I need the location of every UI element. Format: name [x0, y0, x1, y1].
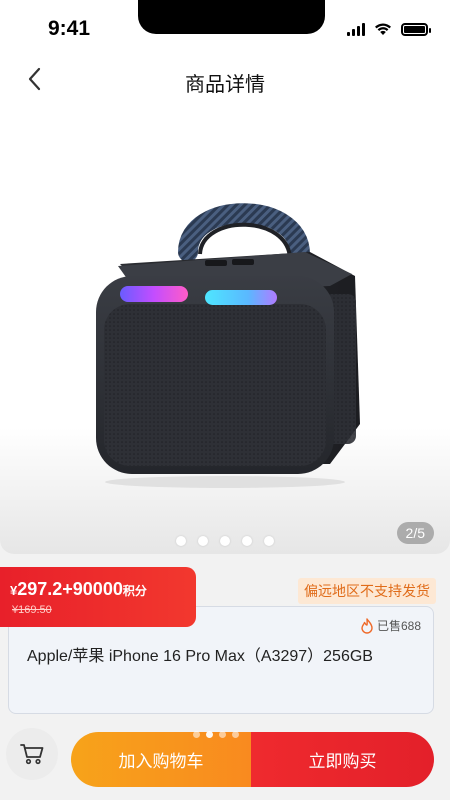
status-time: 9:41 [48, 17, 91, 40]
wifi-icon [375, 23, 391, 35]
price-tag: ¥297.2+90000积分 ¥169.50 [0, 567, 196, 627]
points-unit: 积分 [122, 584, 147, 598]
purchase-actions: 加入购物车 立即购买 [71, 732, 434, 787]
price-value: 297.2+90000 [17, 579, 123, 599]
status-icons [347, 22, 431, 36]
sales-count-label: 已售688 [376, 619, 421, 633]
product-image [96, 203, 360, 488]
price-main: ¥297.2+90000积分 [10, 579, 147, 600]
page-title: 商品详情 [185, 74, 265, 96]
gallery-dot[interactable] [198, 536, 208, 546]
fire-icon [361, 617, 373, 634]
add-to-cart-button[interactable]: 加入购物车 [71, 732, 251, 787]
status-bar: 9:41 [0, 0, 450, 56]
mini-dot [232, 731, 239, 738]
battery-icon [401, 22, 431, 36]
sales-count: 已售688 [360, 617, 421, 634]
mini-dot [206, 731, 213, 738]
bottom-action-bar: 加入购物车 立即购买 [0, 718, 450, 800]
gallery-dot[interactable] [176, 536, 186, 546]
cart-icon [20, 744, 44, 765]
product-gallery[interactable]: 2/5 [0, 104, 450, 554]
product-title: Apple/苹果 iPhone 16 Pro Max（A3297）256GB [27, 648, 373, 665]
mini-dot [219, 731, 226, 738]
original-price: ¥169.50 [12, 604, 52, 616]
nav-bar: 商品详情 [0, 56, 450, 104]
gallery-dot[interactable] [242, 536, 252, 546]
mini-dot [193, 731, 200, 738]
gallery-dot[interactable] [220, 536, 230, 546]
shipping-restriction-badge: 偏远地区不支持发货 [298, 578, 436, 604]
signal-icon [347, 22, 365, 36]
cart-button[interactable] [6, 728, 58, 780]
carousel-mini-dots [193, 731, 239, 738]
gallery-dot[interactable] [264, 536, 274, 546]
dynamic-island [138, 0, 325, 34]
gallery-dots [0, 536, 450, 546]
buy-now-button[interactable]: 立即购买 [251, 732, 434, 787]
